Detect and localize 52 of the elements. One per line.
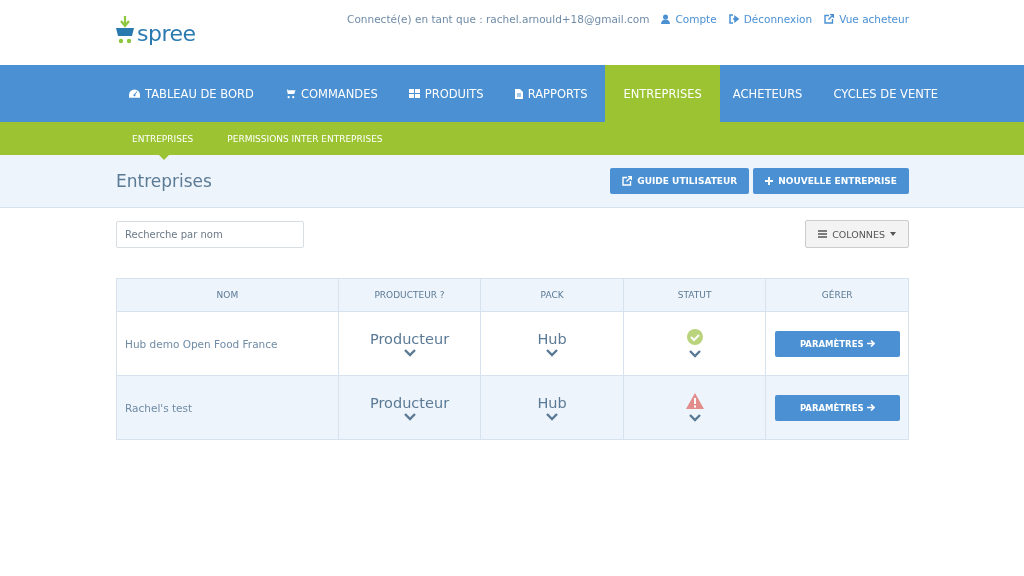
external-link-icon: [622, 176, 633, 186]
columns-button[interactable]: COLONNES: [805, 220, 909, 248]
pack-dropdown[interactable]: Hub: [531, 394, 573, 422]
gauge-icon: [129, 88, 140, 99]
chevron-down-icon: [403, 349, 416, 357]
external-link-icon: [824, 14, 835, 24]
column-header: PACK: [480, 278, 624, 312]
document-icon: [514, 88, 523, 99]
caret-icon: [890, 232, 896, 236]
brand-logo-text[interactable]: spree: [137, 24, 196, 44]
table-cell: Hub demo Open Food France: [125, 337, 278, 350]
arrow-right-icon: [866, 339, 875, 347]
column-header: PRODUCTEUR ?: [338, 278, 481, 312]
menu-icon: [818, 230, 828, 238]
header-link[interactable]: Compte: [661, 13, 717, 25]
arrow-right-icon: [866, 403, 875, 411]
chevron-down-icon: [688, 414, 701, 422]
action-button[interactable]: NOUVELLE ENTREPRISE: [753, 168, 909, 194]
pack-dropdown[interactable]: Hub: [531, 330, 573, 358]
subnav-tab[interactable]: PERMISSIONS INTER ENTREPRISES: [211, 122, 401, 155]
nav-tab[interactable]: ACHETEURS: [719, 65, 821, 122]
nav-tab[interactable]: CYCLES DE VENTE: [820, 65, 957, 122]
column-header: STATUT: [623, 278, 766, 312]
logged-in-text: Connecté(e) en tant que : rachel.arnould+18@gmail.com: [347, 13, 650, 25]
chevron-down-icon: [546, 413, 559, 421]
chevron-down-icon: [688, 350, 701, 358]
subnav-tab[interactable]: ENTREPRISES: [116, 122, 212, 155]
sign-out-icon: [728, 14, 739, 24]
action-button[interactable]: GUIDE UTILISATEUR: [610, 168, 750, 194]
column-header: NOM: [116, 278, 339, 312]
nav-tab[interactable]: ENTREPRISES: [605, 65, 720, 122]
search-field[interactable]: Recherche par nom: [116, 220, 304, 248]
nav-tab[interactable]: TABLEAU DE BORD: [116, 65, 272, 122]
nav-tab[interactable]: PRODUITS: [395, 65, 502, 122]
warning-icon: [685, 393, 704, 409]
header-link[interactable]: Vue acheteur: [824, 13, 909, 25]
table-cell: Rachel's test: [125, 401, 193, 414]
cart-icon: [284, 88, 296, 99]
check-circle-icon: [686, 329, 703, 345]
grid-icon: [408, 89, 420, 98]
chevron-down-icon: [403, 413, 416, 421]
nav-tab[interactable]: COMMANDES: [271, 65, 396, 122]
settings-button[interactable]: PARAMÈTRES: [774, 394, 900, 421]
header-link[interactable]: Déconnexion: [728, 13, 813, 25]
page-title: Entreprises: [116, 171, 212, 191]
chevron-down-icon: [546, 349, 559, 357]
plus-icon: [765, 177, 774, 185]
user-icon: [661, 14, 671, 24]
column-header: GÉRER: [765, 278, 909, 312]
nav-tab[interactable]: RAPPORTS: [501, 65, 606, 122]
logo-icon: [116, 16, 134, 44]
settings-button[interactable]: PARAMÈTRES: [774, 330, 900, 357]
